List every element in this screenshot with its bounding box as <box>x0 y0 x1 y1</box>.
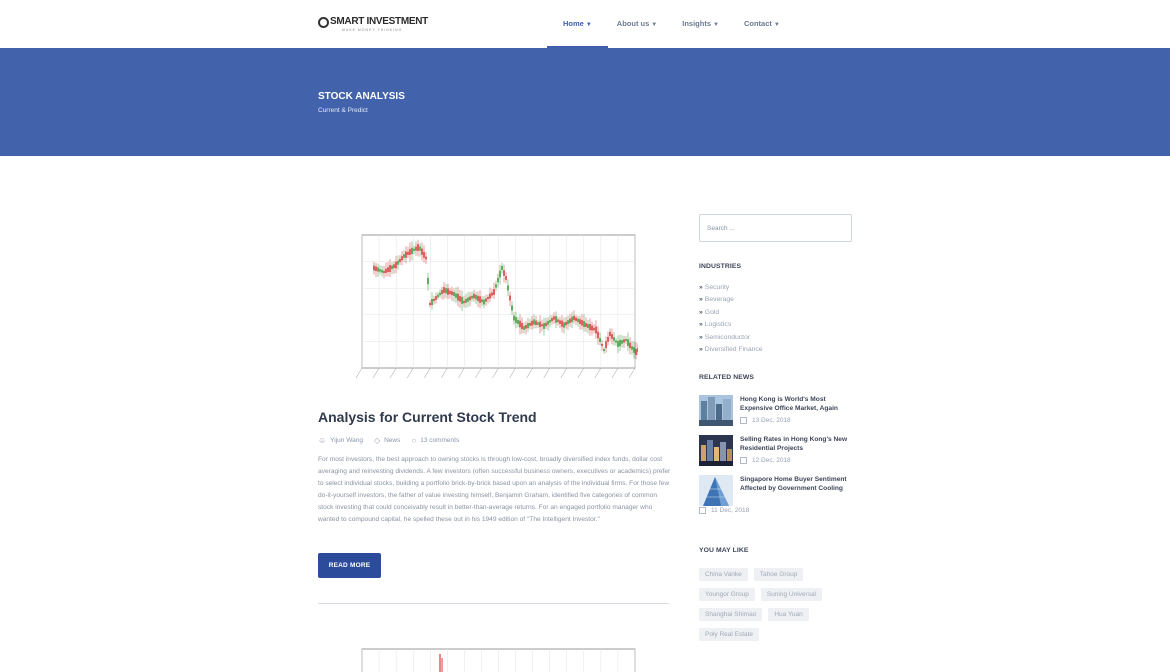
double-chevron-right-icon: » <box>699 284 703 291</box>
you-may-like-heading: YOU MAY LIKE <box>699 547 749 554</box>
nav-item-about[interactable]: About us ▼ <box>617 0 657 48</box>
related-news-heading: RELATED NEWS <box>699 374 755 381</box>
logo-tagline: MAKE MONEY THINKING <box>342 28 403 32</box>
tag-item[interactable]: Tahoe Group <box>753 568 804 581</box>
chevron-down-icon: ▼ <box>713 22 719 28</box>
main-nav: Home ▼ About us ▼ Insights ▼ Contact ▼ <box>547 0 805 48</box>
industry-label: Semiconductor <box>704 333 751 341</box>
related-news-item[interactable]: Hong Kong is World's Most Expensive Offi… <box>699 395 854 431</box>
double-chevron-right-icon: » <box>699 333 703 341</box>
tag-item[interactable]: Youngor Group <box>699 588 755 601</box>
news-thumbnail <box>699 435 733 466</box>
industries-heading: INDUSTRIES <box>699 263 742 270</box>
tag-item[interactable]: Shanghai Shimao <box>699 608 763 621</box>
page-hero: STOCK ANALYSIS Current & Predict <box>0 48 1170 156</box>
industry-item[interactable]: » Logistics <box>699 319 763 331</box>
post-category[interactable]: ◇ News <box>374 436 400 445</box>
industry-label: Beverage <box>704 296 734 304</box>
news-title: Selling Rates in Hong Kong's New Residen… <box>740 436 848 452</box>
industry-label: Gold <box>704 308 720 316</box>
post-title[interactable]: Analysis for Current Stock Trend <box>318 409 537 425</box>
chevron-down-icon: ▼ <box>651 22 658 28</box>
news-date: 12 Dec, 2018 <box>740 457 791 464</box>
logo-mark-icon <box>318 17 329 28</box>
comment-icon: ○ <box>411 436 417 445</box>
nav-item-contact[interactable]: Contact ▼ <box>744 0 780 48</box>
tag-icon: ◇ <box>373 436 381 445</box>
calendar-icon <box>740 417 747 424</box>
news-date: 11 Dec, 2018 <box>699 507 749 514</box>
news-title: Singapore Home Buyer Sentiment Affected … <box>740 476 847 492</box>
tag-cloud: China Vanke Tahoe Group Youngor Group Su… <box>699 568 849 648</box>
related-news-item[interactable]: Selling Rates in Hong Kong's New Residen… <box>699 435 854 471</box>
nav-item-home[interactable]: Home ▼ <box>547 0 608 48</box>
calendar-icon <box>740 457 747 464</box>
chevron-down-icon: ▼ <box>773 22 780 28</box>
double-chevron-right-icon: » <box>699 296 703 304</box>
post-divider <box>318 603 669 604</box>
post-excerpt: For most investors, the best approach to… <box>318 456 671 523</box>
news-thumbnail <box>699 475 733 506</box>
nav-item-label: About us <box>616 19 650 28</box>
news-date: 13 Dec, 2018 <box>740 417 791 424</box>
post-category-name: News <box>384 437 401 444</box>
double-chevron-right-icon: » <box>699 321 703 329</box>
industry-item[interactable]: » Beverage <box>699 294 763 306</box>
page-subtitle: Current & Predict <box>318 107 368 114</box>
industry-label: Diversified Finance <box>704 346 763 354</box>
nav-item-label: Home <box>563 19 584 28</box>
read-more-button[interactable]: READ MORE <box>318 553 381 578</box>
calendar-icon <box>699 507 706 514</box>
double-chevron-right-icon: » <box>699 308 703 316</box>
industry-label: Security <box>704 284 730 291</box>
tag-item[interactable]: China Vanke <box>699 568 748 581</box>
post-featured-chart[interactable] <box>355 230 641 382</box>
industry-item[interactable]: » Gold <box>699 307 763 319</box>
industry-label: Logistics <box>704 321 732 329</box>
page-title: STOCK ANALYSIS <box>318 91 405 102</box>
news-title: Hong Kong is World's Most Expensive Offi… <box>740 396 838 412</box>
site-header: SMART INVESTMENT MAKE MONEY THINKING Hom… <box>0 0 1170 48</box>
post-author[interactable]: ☺ Yijun Wang <box>318 436 363 445</box>
nav-item-label: Contact <box>743 19 772 28</box>
post-comments-count: 13 comments <box>420 437 460 444</box>
search-input[interactable] <box>699 214 852 242</box>
industry-item[interactable]: » Diversified Finance <box>699 344 763 356</box>
next-post-chart[interactable] <box>356 644 638 672</box>
next-post-chart-image <box>361 648 636 672</box>
post-author-name: Yijun Wang <box>330 437 363 444</box>
nav-item-insights[interactable]: Insights ▼ <box>682 0 719 48</box>
tag-item[interactable]: Poly Real Estate <box>699 628 760 641</box>
industries-list: » Security » Beverage » Gold » Logistics » Se… <box>699 282 763 356</box>
post-meta: ☺ Yijun Wang ◇ News ○ 13 comments <box>318 436 470 445</box>
news-thumbnail <box>699 395 733 426</box>
post-comments[interactable]: ○ 13 comments <box>411 436 459 445</box>
double-chevron-right-icon: » <box>699 346 703 354</box>
related-news-item[interactable]: Singapore Home Buyer Sentiment Affected … <box>699 475 854 519</box>
industry-item[interactable]: » Semiconductor <box>699 332 763 344</box>
tag-item[interactable]: Suning Universal <box>760 588 822 601</box>
nav-item-label: Insights <box>682 19 712 28</box>
user-icon: ☺ <box>318 436 327 445</box>
logo-text: SMART INVESTMENT <box>330 16 428 27</box>
chevron-down-icon: ▼ <box>585 22 592 28</box>
tag-item[interactable]: Hua Yuan <box>768 608 809 621</box>
candlestick-chart-image <box>355 234 641 379</box>
industry-item[interactable]: » Security <box>699 282 763 294</box>
